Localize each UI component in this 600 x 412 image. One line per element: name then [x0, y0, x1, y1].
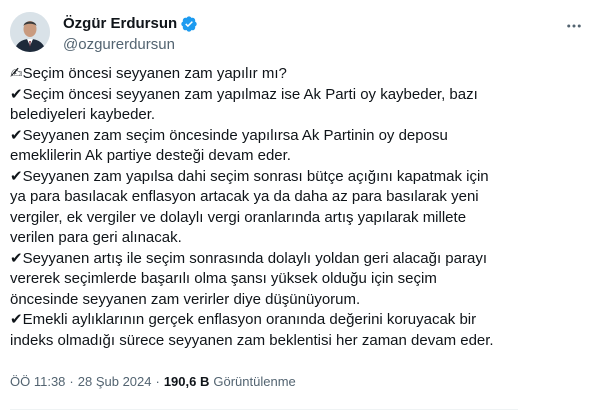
- tweet-time[interactable]: ÖÖ 11:38: [10, 374, 65, 389]
- tweet: Özgür Erdursun @ozgurerdursun ✍Seçim önc…: [0, 0, 600, 412]
- tweet-line: indeks olmadığı sürece seyyanen zam bekl…: [10, 331, 494, 349]
- tweet-line: ✔Emekli aylıklarının gerçek enflasyon or…: [10, 311, 477, 328]
- divider: [10, 409, 518, 410]
- meta-separator: ·: [155, 374, 160, 389]
- avatar-image: [10, 12, 50, 52]
- tweet-meta: ÖÖ 11:38 · 28 Şub 2024 · 190,6 B Görüntü…: [10, 374, 296, 389]
- tweet-line: vergiler, ek vergiler ve dolaylı vergi o…: [10, 208, 467, 226]
- tweet-text: ✍Seçim öncesi seyyanen zam yapılır mı? ✔…: [10, 64, 570, 351]
- views-label: Görüntülenme: [213, 374, 296, 389]
- tweet-line: ya para basılacak enflasyon artacak ya d…: [10, 188, 479, 205]
- meta-separator: ·: [69, 374, 74, 389]
- name-row: Özgür Erdursun: [63, 14, 198, 33]
- tweet-line: ✔Seyyanen zam yapılsa dahi seçim sonrası…: [10, 167, 489, 185]
- tweet-line: vererek seçimlerde başarılı olma şansı y…: [10, 270, 437, 287]
- views-count: 190,6 B: [163, 374, 210, 389]
- tweet-date[interactable]: 28 Şub 2024: [78, 374, 152, 389]
- tweet-line: ✔Seçim öncesi seyyanen zam yapılmaz ise …: [10, 85, 478, 103]
- author-handle[interactable]: @ozgurerdursun: [63, 36, 198, 53]
- author-names: Özgür Erdursun @ozgurerdursun: [63, 14, 198, 53]
- more-horizontal-icon[interactable]: [564, 16, 584, 36]
- verified-badge-icon: [180, 15, 198, 33]
- tweet-line: belediyeleri kaybeder.: [10, 106, 156, 123]
- tweet-line: ✔Seyyanen zam seçim öncesinde yapılırsa …: [10, 126, 448, 144]
- tweet-line: ✍Seçim öncesi seyyanen zam yapılır mı?: [10, 65, 287, 82]
- display-name[interactable]: Özgür Erdursun: [63, 15, 177, 32]
- tweet-header: Özgür Erdursun @ozgurerdursun: [10, 10, 584, 58]
- tweet-line: öncesinde seyyanen zam verirler diye düş…: [10, 290, 361, 308]
- tweet-line: ✔Seyyanen artış ile seçim sonrasında dol…: [10, 249, 487, 267]
- tweet-line: emeklilerin Ak partiye desteği devam ede…: [10, 147, 291, 164]
- tweet-line: verilen para geri alınacak.: [10, 229, 182, 246]
- avatar[interactable]: [10, 12, 50, 52]
